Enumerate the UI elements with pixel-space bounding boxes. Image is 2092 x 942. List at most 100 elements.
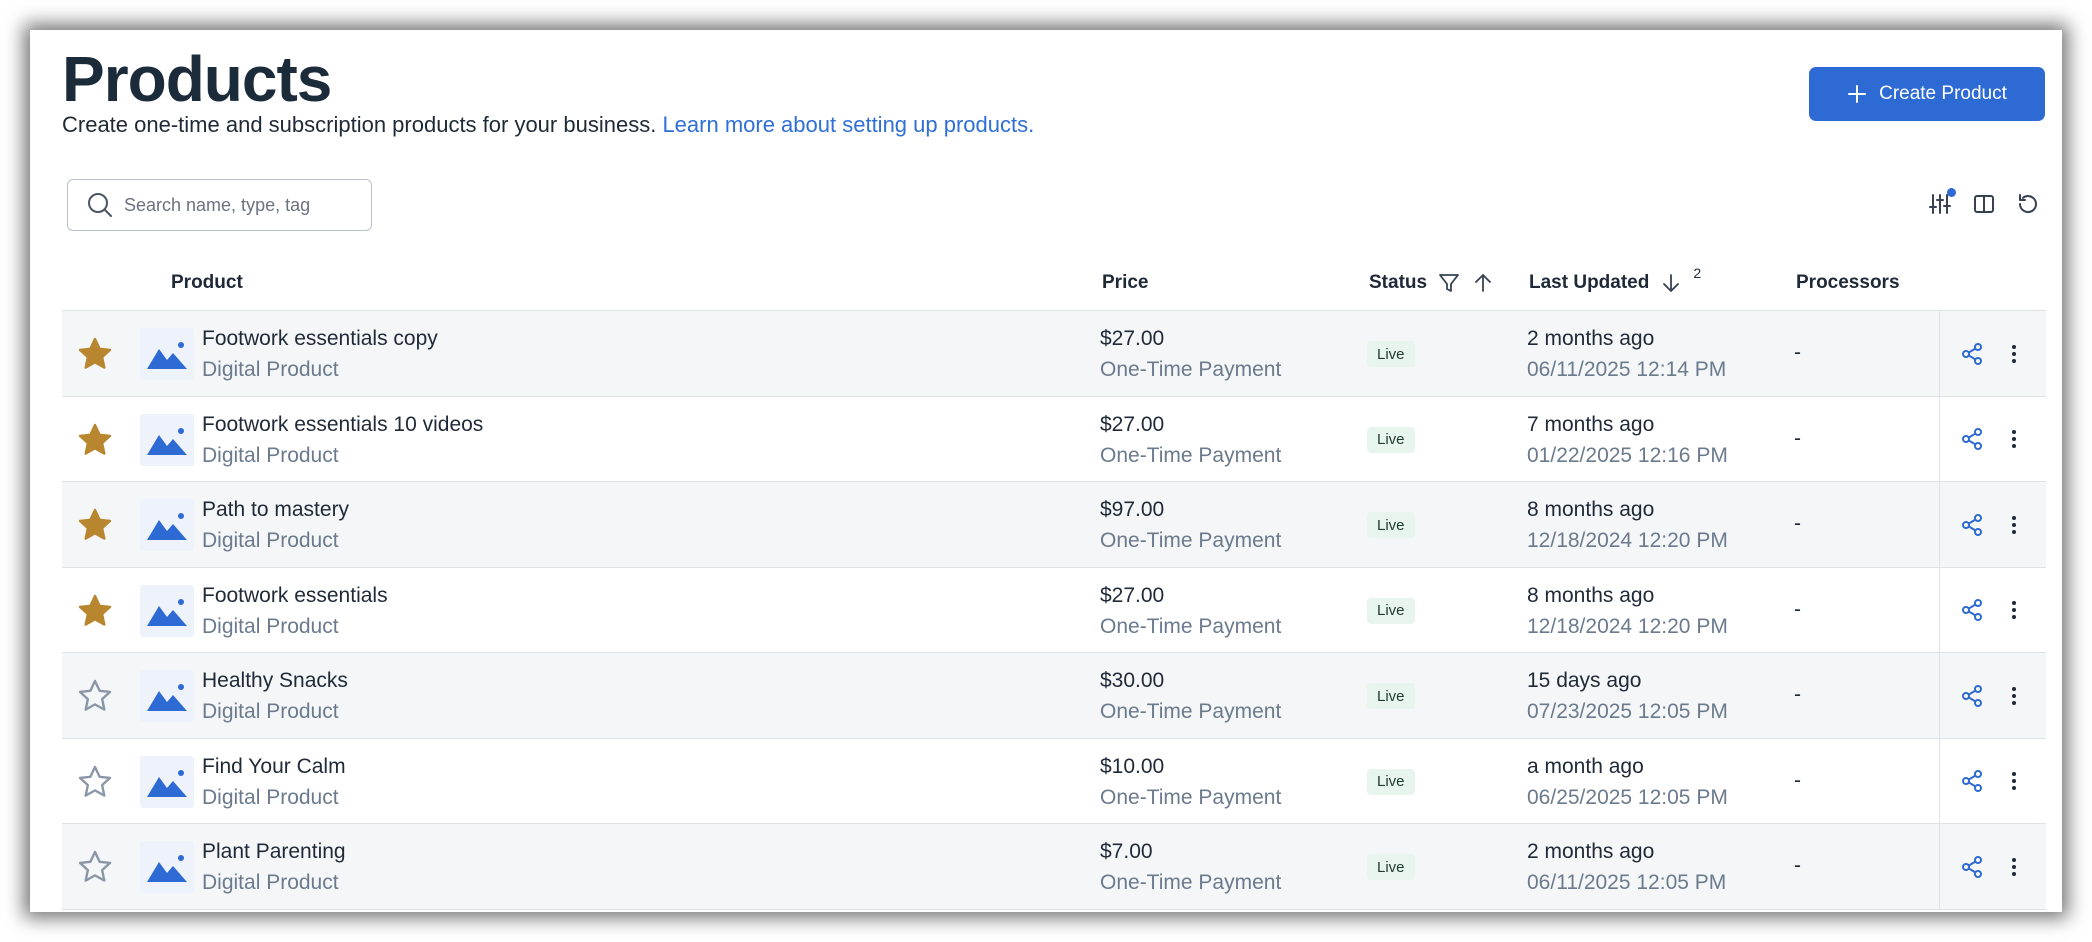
table-row[interactable]: Footwork essentials Digital Product $27.…: [62, 567, 2046, 653]
column-processors[interactable]: Processors: [1796, 255, 1900, 311]
processors-value: -: [1794, 426, 1801, 450]
updated-absolute: 12/18/2024 12:20 PM: [1527, 529, 1728, 552]
plus-icon: [1848, 85, 1867, 103]
create-product-button[interactable]: Create Product: [1809, 67, 2045, 121]
image-placeholder-icon: [147, 855, 187, 882]
filter-settings-button[interactable]: [1928, 188, 1956, 216]
product-price: $7.00: [1100, 840, 1153, 863]
column-status-label: Status: [1369, 272, 1428, 293]
product-price: $97.00: [1100, 498, 1165, 521]
product-name[interactable]: Footwork essentials: [202, 584, 388, 608]
column-price[interactable]: Price: [1102, 255, 1148, 311]
product-name[interactable]: Footwork essentials 10 videos: [202, 413, 483, 437]
share-icon[interactable]: [1960, 684, 1984, 708]
search-icon: [88, 193, 112, 217]
table-row[interactable]: Healthy Snacks Digital Product $30.00 On…: [62, 653, 2046, 739]
payment-type: One-Time Payment: [1100, 871, 1282, 894]
more-options-icon[interactable]: [2002, 855, 2026, 879]
column-product-label: Product: [171, 272, 243, 293]
product-price: $27.00: [1100, 412, 1165, 436]
columns-button[interactable]: [1972, 192, 1996, 216]
payment-type: One-Time Payment: [1100, 358, 1282, 381]
image-placeholder-icon: [147, 684, 187, 711]
refresh-button[interactable]: [2016, 192, 2040, 216]
updated-absolute: 12/18/2024 12:20 PM: [1527, 614, 1728, 638]
page-subtitle: Create one-time and subscription product…: [62, 112, 1034, 138]
image-placeholder-icon: [147, 598, 187, 626]
product-table-body: Footwork essentials copy Digital Product…: [62, 311, 2046, 910]
product-thumbnail: [140, 670, 194, 722]
status-badge: Live: [1367, 341, 1415, 367]
more-options-icon[interactable]: [2002, 769, 2026, 793]
more-options-icon[interactable]: [2002, 427, 2026, 451]
updated-relative: 15 days ago: [1527, 669, 1642, 692]
product-name[interactable]: Find Your Calm: [202, 755, 346, 779]
more-options-icon[interactable]: [2002, 598, 2026, 622]
column-status[interactable]: Status: [1369, 255, 1495, 311]
product-thumbnail: [140, 499, 194, 551]
star-filled-icon[interactable]: [76, 506, 114, 544]
image-placeholder-icon: [147, 769, 187, 797]
table-row[interactable]: Footwork essentials 10 videos Digital Pr…: [62, 396, 2046, 482]
table-toolbar: [1928, 188, 2040, 216]
product-name[interactable]: Footwork essentials copy: [202, 327, 438, 351]
arrow-up-icon[interactable]: [1471, 271, 1495, 295]
status-badge: Live: [1367, 512, 1415, 538]
table-row[interactable]: Plant Parenting Digital Product $7.00 On…: [62, 824, 2046, 910]
share-icon[interactable]: [1960, 513, 1984, 537]
product-type: Digital Product: [202, 443, 339, 467]
star-filled-icon[interactable]: [76, 592, 114, 630]
share-icon[interactable]: [1960, 855, 1984, 879]
more-options-icon[interactable]: [2002, 342, 2026, 366]
row-actions: [1939, 653, 2046, 738]
star-filled-icon[interactable]: [76, 335, 114, 373]
product-type: Digital Product: [202, 358, 339, 381]
row-actions: [1939, 482, 2046, 567]
star-outline-icon[interactable]: [76, 848, 114, 886]
updated-relative: 7 months ago: [1527, 412, 1655, 436]
product-price: $27.00: [1100, 583, 1165, 607]
share-icon[interactable]: [1960, 598, 1984, 622]
product-thumbnail: [140, 841, 194, 893]
image-placeholder-icon: [147, 342, 187, 369]
column-price-label: Price: [1102, 272, 1149, 293]
status-badge: Live: [1367, 426, 1415, 453]
product-name[interactable]: Path to mastery: [202, 498, 349, 522]
product-type: Digital Product: [202, 529, 339, 552]
share-icon[interactable]: [1960, 769, 1984, 793]
star-outline-icon[interactable]: [76, 763, 114, 801]
arrow-down-icon[interactable]: [1659, 271, 1683, 295]
table-row[interactable]: Footwork essentials copy Digital Product…: [62, 311, 2046, 397]
updated-relative: 8 months ago: [1527, 583, 1655, 607]
filter-icon[interactable]: [1437, 271, 1461, 295]
table-row[interactable]: Path to mastery Digital Product $97.00 O…: [62, 482, 2046, 568]
columns-icon: [1974, 195, 1994, 213]
more-options-icon[interactable]: [2002, 513, 2026, 537]
product-thumbnail: [140, 413, 194, 466]
share-icon[interactable]: [1960, 427, 1984, 451]
product-price: $30.00: [1100, 669, 1165, 692]
processors-value: -: [1794, 597, 1801, 621]
updated-relative: a month ago: [1527, 754, 1644, 778]
active-filter-dot: [1947, 188, 1956, 197]
status-badge: Live: [1367, 683, 1415, 709]
learn-more-link[interactable]: Learn more about setting up products.: [662, 112, 1034, 137]
row-actions: [1939, 738, 2046, 824]
product-thumbnail: [140, 584, 194, 637]
updated-relative: 2 months ago: [1527, 840, 1655, 863]
column-last-updated[interactable]: Last Updated 2: [1529, 255, 1701, 311]
column-product[interactable]: Product: [171, 255, 243, 311]
product-name[interactable]: Plant Parenting: [202, 840, 346, 864]
star-outline-icon[interactable]: [76, 677, 114, 715]
processors-value: -: [1794, 854, 1801, 877]
status-badge: Live: [1367, 854, 1415, 880]
status-badge: Live: [1367, 597, 1415, 624]
table-row[interactable]: Find Your Calm Digital Product $10.00 On…: [62, 738, 2046, 824]
search-input[interactable]: [124, 194, 354, 216]
product-name[interactable]: Healthy Snacks: [202, 669, 348, 693]
star-filled-icon[interactable]: [76, 421, 114, 459]
product-thumbnail: [140, 328, 194, 380]
search-box[interactable]: [67, 179, 372, 231]
share-icon[interactable]: [1960, 342, 1984, 366]
more-options-icon[interactable]: [2002, 684, 2026, 708]
